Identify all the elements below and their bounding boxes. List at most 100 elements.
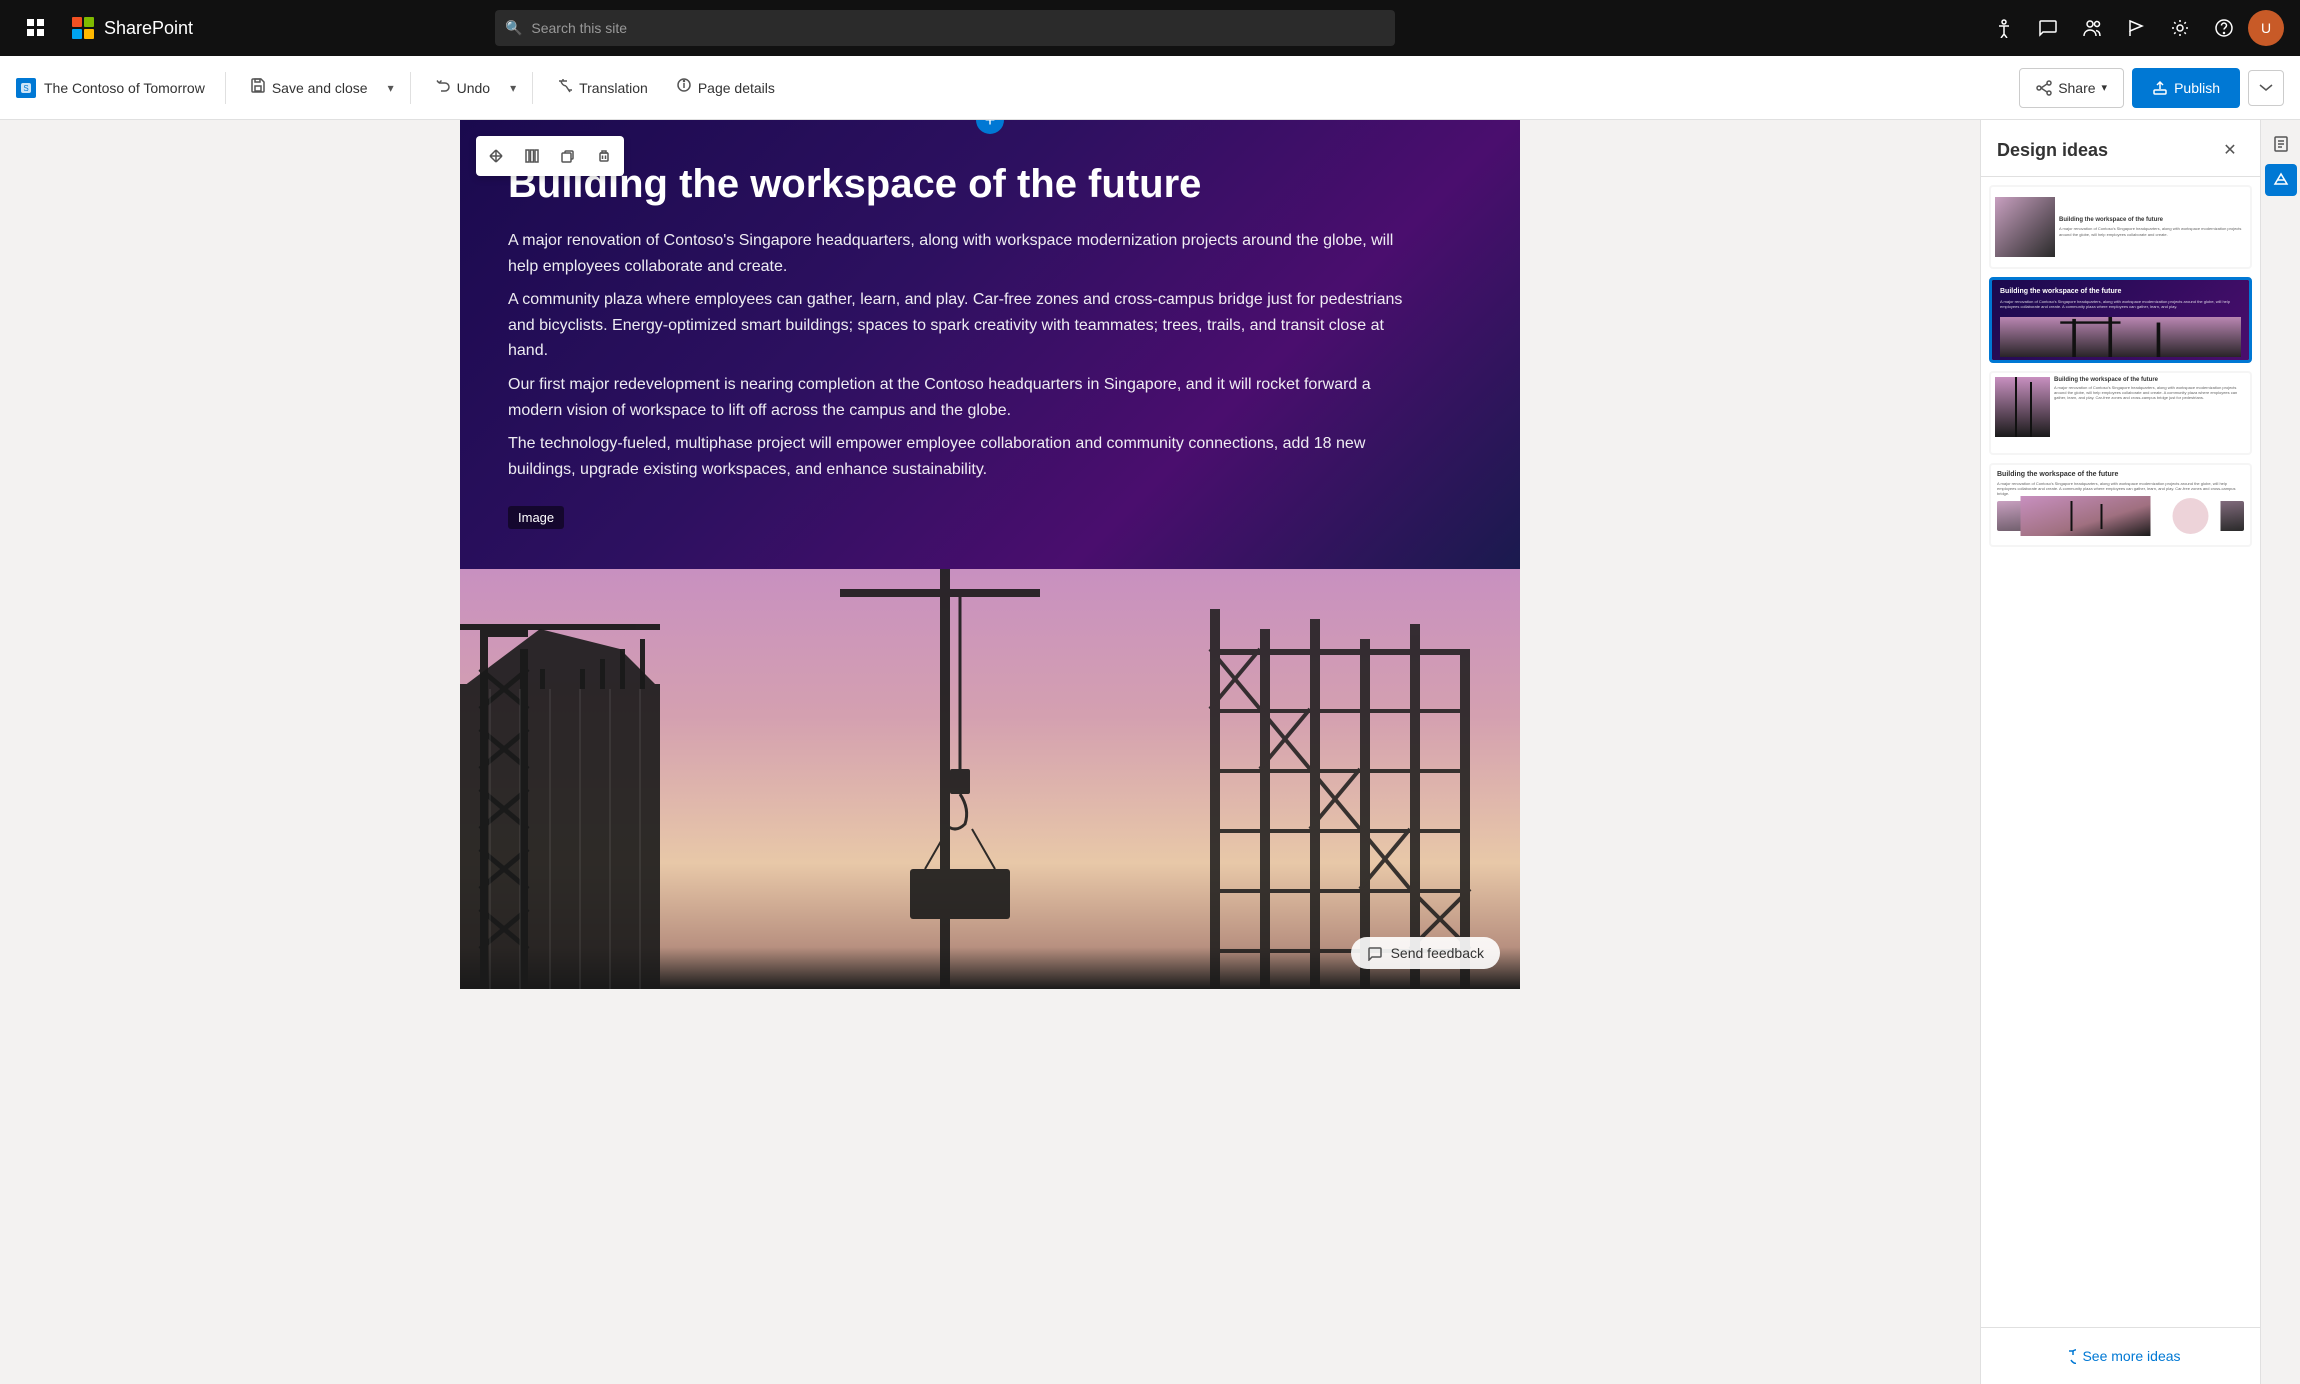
svg-text:S: S <box>23 84 28 93</box>
top-nav: SharePoint 🔍 <box>0 0 2300 56</box>
columns-icon <box>525 149 539 163</box>
design-panel-title: Design ideas <box>1997 140 2108 161</box>
image-label: Image <box>508 506 564 529</box>
help-icon-btn[interactable] <box>2204 8 2244 48</box>
canvas-wrapper: + <box>460 120 1520 989</box>
sharepoint-icon: S <box>20 82 32 94</box>
undo-button[interactable]: Undo <box>423 68 502 108</box>
publish-label: Publish <box>2174 80 2220 96</box>
ms-red <box>72 17 82 27</box>
separator-2 <box>410 72 411 104</box>
idea-3-title: Building the workspace of the future <box>2054 377 2246 383</box>
idea-1-text: Building the workspace of the future A m… <box>2059 217 2246 237</box>
share-dropdown-icon: ▾ <box>2102 81 2108 94</box>
translation-button[interactable]: Translation <box>545 68 660 108</box>
design-panel-footer: See more ideas <box>1981 1327 2260 1384</box>
idea-3-preview: Building the workspace of the future A m… <box>1991 373 2250 453</box>
idea-3-text: A major renovation of Contoso's Singapor… <box>2054 385 2246 401</box>
refresh-icon <box>2060 1348 2076 1364</box>
idea-4-svg <box>1997 496 2244 536</box>
idea-2-image <box>2000 317 2241 357</box>
settings-icon-btn[interactable] <box>2160 8 2200 48</box>
search-icon: 🔍 <box>505 20 522 37</box>
chat-icon-btn[interactable] <box>2028 8 2068 48</box>
settings-icon <box>2170 18 2190 38</box>
accessibility-icon <box>1994 18 2014 38</box>
collapse-icon <box>2258 80 2274 96</box>
share-label: Share <box>2058 80 2095 96</box>
page-body-1[interactable]: A major renovation of Contoso's Singapor… <box>508 228 1408 279</box>
accessibility-icon-btn[interactable] <box>1984 8 2024 48</box>
page-body-3[interactable]: Our first major redevelopment is nearing… <box>508 372 1408 423</box>
sidebar-design-icon-btn[interactable] <box>2265 164 2297 196</box>
save-close-button[interactable]: Save and close <box>238 68 380 108</box>
flag-icon-btn[interactable] <box>2116 8 2156 48</box>
undo-dropdown[interactable]: ▾ <box>506 68 520 108</box>
move-tool-button[interactable] <box>480 140 512 172</box>
flag-icon <box>2126 18 2146 38</box>
idea-4-text: A major renovation of Contoso's Singapor… <box>1997 481 2244 497</box>
page-details-button[interactable]: Page details <box>664 68 787 108</box>
sidebar-page-icon-btn[interactable] <box>2265 128 2297 160</box>
idea-3-image <box>1995 377 2050 437</box>
save-svg <box>250 77 266 93</box>
microsoft-logo: SharePoint <box>72 17 193 39</box>
save-close-dropdown[interactable]: ▾ <box>384 68 398 108</box>
design-idea-4[interactable]: Building the workspace of the future A m… <box>1989 463 2252 547</box>
apps-grid-button[interactable] <box>16 8 56 48</box>
page-section: Building the workspace of the future A m… <box>460 120 1520 569</box>
search-input[interactable] <box>495 10 1395 46</box>
page-details-label: Page details <box>698 80 775 96</box>
columns-tool-button[interactable] <box>516 140 548 172</box>
design-idea-1[interactable]: Building the workspace of the future A m… <box>1989 185 2252 269</box>
design-panel-header: Design ideas ✕ <box>1981 120 2260 177</box>
canvas-area[interactable]: + <box>0 120 1980 1384</box>
avatar[interactable]: U <box>2248 10 2284 46</box>
idea-3-svg <box>1995 377 2050 437</box>
idea-4-preview: Building the workspace of the future A m… <box>1991 465 2250 545</box>
share-icon <box>2036 80 2052 96</box>
send-feedback-label: Send feedback <box>1391 945 1484 961</box>
collapse-button[interactable] <box>2248 70 2284 106</box>
app-name: SharePoint <box>104 18 193 39</box>
nav-icons-group: U <box>1984 8 2284 48</box>
crane-svg <box>460 569 1520 989</box>
share-button[interactable]: Share ▾ <box>2019 68 2124 108</box>
idea-2-svg <box>2000 317 2241 357</box>
publish-button[interactable]: Publish <box>2132 68 2240 108</box>
delete-tool-button[interactable] <box>588 140 620 172</box>
section-toolbar <box>476 136 624 176</box>
ms-green <box>84 17 94 27</box>
idea-2-title: Building the workspace of the future <box>2000 288 2241 295</box>
translation-svg <box>557 77 573 93</box>
close-panel-button[interactable]: ✕ <box>2216 136 2244 164</box>
construction-image: Send feedback <box>460 569 1520 989</box>
people-icon <box>2082 18 2102 38</box>
idea-4-image <box>1997 501 2244 531</box>
page-body-4[interactable]: The technology-fueled, multiphase projec… <box>508 431 1408 482</box>
design-idea-2[interactable]: Building the workspace of the future A m… <box>1989 277 2252 363</box>
brand-name: The Contoso of Tomorrow <box>44 80 205 96</box>
image-section: Send feedback <box>460 569 1520 989</box>
page-body-2[interactable]: A community plaza where employees can ga… <box>508 287 1408 364</box>
idea-3-content: Building the workspace of the future A m… <box>2054 377 2246 449</box>
main-content: + <box>0 120 2300 1384</box>
brand-icon: S <box>16 78 36 98</box>
people-icon-btn[interactable] <box>2072 8 2112 48</box>
design-idea-3[interactable]: Building the workspace of the future A m… <box>1989 371 2252 455</box>
delete-icon <box>597 149 611 163</box>
idea-1-preview: Building the workspace of the future A m… <box>1991 187 2250 267</box>
design-panel: Design ideas ✕ Building the workspace of… <box>1980 120 2260 1384</box>
idea-4-title: Building the workspace of the future <box>1997 471 2244 478</box>
move-icon <box>489 149 503 163</box>
see-more-button[interactable]: See more ideas <box>1997 1340 2244 1372</box>
help-icon <box>2214 18 2234 38</box>
details-svg <box>676 77 692 93</box>
right-sidebar <box>2260 120 2300 1384</box>
duplicate-tool-button[interactable] <box>552 140 584 172</box>
publish-icon <box>2152 80 2168 96</box>
send-feedback-button[interactable]: Send feedback <box>1351 937 1500 969</box>
undo-svg <box>435 77 451 93</box>
apps-grid-icon <box>27 19 45 37</box>
separator-3 <box>532 72 533 104</box>
